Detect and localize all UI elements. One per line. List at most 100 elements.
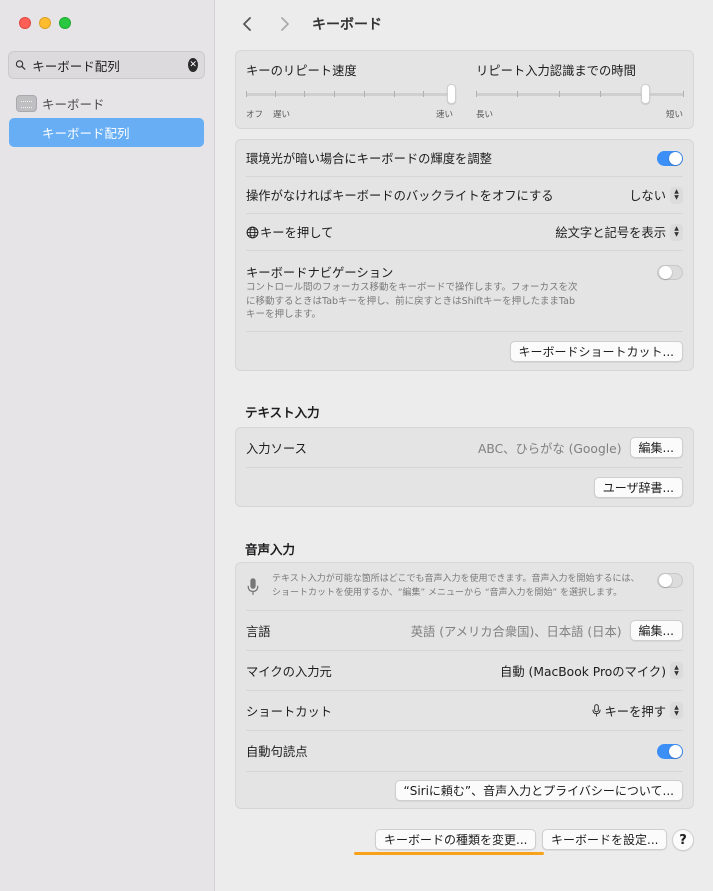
auto-punctuation-row: 自動句読点 — [246, 731, 683, 772]
language-edit-button[interactable]: 編集... — [629, 620, 683, 641]
keyboard-nav-desc-3: キーを押します。 — [246, 309, 322, 320]
input-sources-controls: ABC、ひらがな (Google) 編集... — [478, 437, 683, 458]
keyboard-nav-toggle[interactable] — [657, 265, 683, 280]
globe-icon — [246, 226, 259, 238]
ambient-light-label: 環境光が暗い場合にキーボードの輝度を調整 — [246, 152, 492, 166]
zoom-window-button[interactable] — [59, 17, 71, 29]
search-icon — [15, 60, 26, 70]
input-sources-row: 入力ソース ABC、ひらがな (Google) 編集... — [246, 428, 683, 468]
speed-fast-label: 速い — [436, 110, 454, 120]
forward-button[interactable] — [274, 13, 296, 35]
backlight-off-popup[interactable]: しない ▲ ▼ — [629, 186, 683, 204]
keyboard-settings-card: 環境光が暗い場合にキーボードの輝度を調整 操作がなければキーボードのバックライト… — [235, 139, 694, 371]
voice-input-row: テキスト入力が可能な箇所はどこでも音声入力を使用できます。音声入力を開始するには… — [246, 563, 683, 611]
stepper-icon: ▲ ▼ — [670, 662, 683, 679]
clear-search-icon[interactable]: ✕ — [188, 58, 198, 72]
globe-key-popup[interactable]: 絵文字と記号を表示 ▲ ▼ — [555, 223, 683, 241]
change-keyboard-type-button[interactable]: キーボードの種類を変更... — [375, 829, 537, 850]
delay-long-label: 長い — [476, 110, 494, 120]
delay-short-label: 短い — [666, 110, 684, 120]
repeat-delay-slider[interactable] — [476, 93, 684, 96]
voice-input-card: テキスト入力が可能な箇所はどこでも音声入力を使用できます。音声入力を開始するには… — [235, 562, 694, 809]
voice-input-desc-1: テキスト入力が可能な箇所はどこでも音声入力を使用できます。音声入力を開始するには… — [272, 574, 640, 584]
siri-privacy-row: “Siriに頼む”、音声入力とプライバシーについて... — [246, 772, 683, 808]
ambient-light-row: 環境光が暗い場合にキーボードの輝度を調整 — [246, 140, 683, 177]
globe-key-row: キーを押して 絵文字と記号を表示 ▲ ▼ — [246, 214, 683, 251]
change-keyboard-type-underline — [354, 852, 544, 855]
voice-input-section-title: 音声入力 — [245, 542, 296, 557]
language-row: 言語 英語 (アメリカ合衆国)、日本語 (日本) 編集... — [246, 611, 683, 651]
help-button[interactable]: ? — [672, 829, 694, 851]
user-dictionary-button[interactable]: ユーザ辞書... — [593, 477, 683, 498]
keyboard-nav-desc-1: コントロール間のフォーカス移動をキーボードで操作します。フォーカスを次 — [246, 282, 578, 293]
repeat-delay-thumb[interactable] — [641, 84, 651, 104]
input-sources-value: ABC、ひらがな (Google) — [477, 441, 622, 456]
backlight-off-value: しない — [629, 189, 666, 203]
minimize-window-button[interactable] — [39, 17, 51, 29]
user-dict-row: ユーザ辞書... — [246, 468, 683, 507]
voice-shortcut-value: キーを押す — [604, 704, 667, 719]
stepper-icon: ▲ ▼ — [670, 186, 683, 204]
toolbar: キーボード — [236, 12, 382, 36]
key-repeat-speed-thumb[interactable] — [447, 84, 456, 104]
keyboard-nav-desc-2: に移動するときはTabキーを押し、前に戻すときはShiftキーを押したままTab — [246, 295, 575, 307]
voice-input-info: テキスト入力が可能な箇所はどこでも音声入力を使用できます。音声入力を開始するには… — [246, 573, 640, 600]
sidebar: ✕ キーボード キーボード配列 — [0, 0, 215, 891]
siri-privacy-button[interactable]: “Siriに頼む”、音声入力とプライバシーについて... — [394, 779, 683, 801]
window-controls — [19, 17, 71, 29]
sidebar-item-keyboard-layout[interactable]: キーボード配列 — [9, 118, 204, 147]
shortcuts-row: キーボードショートカット... — [246, 332, 683, 370]
mic-source-popup[interactable]: 自動 (MacBook Proのマイク) ▲ ▼ — [500, 662, 683, 680]
voice-input-toggle[interactable] — [657, 573, 683, 588]
key-repeat-speed-title: キーのリピート速度 — [246, 64, 357, 78]
main-pane: キーボード キーのリピート速度 オフ 遅い 速い リピート入力認識までの時間 長… — [216, 0, 713, 891]
auto-punctuation-label: 自動句読点 — [246, 745, 308, 759]
stepper-icon: ▲ ▼ — [670, 223, 683, 241]
keyboard-nav-row: キーボードナビゲーション コントロール間のフォーカス移動をキーボードで操作します… — [246, 251, 683, 332]
mic-source-label: マイクの入力元 — [246, 664, 332, 679]
sidebar-item-keyboard[interactable]: キーボード — [16, 93, 105, 113]
repeat-delay-title: リピート入力認識までの時間 — [476, 64, 636, 78]
ambient-light-toggle[interactable] — [657, 150, 683, 166]
sidebar-item-label: キーボード配列 — [42, 126, 130, 141]
speed-off-label: オフ — [246, 110, 264, 120]
sidebar-item-label: キーボード — [42, 96, 105, 112]
globe-key-label-group: キーを押して — [246, 223, 333, 241]
voice-shortcut-row: ショートカット キーを押す ▲ ▼ — [246, 691, 683, 731]
keyboard-nav-text: キーボードナビゲーション コントロール間のフォーカス移動をキーボードで操作します… — [246, 263, 578, 322]
keyboard-icon — [16, 94, 37, 112]
back-button[interactable] — [236, 13, 258, 35]
microphone-icon — [247, 577, 259, 595]
text-input-section-title: テキスト入力 — [245, 405, 320, 420]
input-sources-edit-button[interactable]: 編集... — [629, 437, 683, 458]
chevron-left-icon — [243, 17, 251, 31]
speed-slow-label: 遅い — [273, 110, 291, 120]
repeat-card: キーのリピート速度 オフ 遅い 速い リピート入力認識までの時間 長い 短い — [235, 50, 694, 129]
mic-source-row: マイクの入力元 自動 (MacBook Proのマイク) ▲ ▼ — [246, 651, 683, 691]
language-controls: 英語 (アメリカ合衆国)、日本語 (日本) 編集... — [411, 620, 683, 641]
stepper-icon: ▲ ▼ — [670, 702, 683, 719]
microphone-icon — [591, 704, 601, 717]
close-window-button[interactable] — [19, 17, 31, 29]
search-input[interactable] — [32, 57, 189, 73]
text-input-card: 入力ソース ABC、ひらがな (Google) 編集... ユーザ辞書... — [235, 427, 694, 507]
language-label: 言語 — [246, 624, 271, 639]
voice-shortcut-popup[interactable]: キーを押す ▲ ▼ — [591, 702, 683, 720]
keyboard-setup-button[interactable]: キーボードを設定... — [542, 829, 668, 850]
globe-key-label: キーを押して — [260, 226, 334, 240]
language-value: 英語 (アメリカ合衆国)、日本語 (日本) — [410, 624, 622, 639]
key-repeat-speed-slider[interactable] — [246, 93, 453, 96]
globe-key-value: 絵文字と記号を表示 — [555, 226, 666, 240]
keyboard-shortcuts-button[interactable]: キーボードショートカット... — [509, 340, 683, 362]
voice-shortcut-label: ショートカット — [246, 704, 333, 719]
backlight-off-label: 操作がなければキーボードのバックライトをオフにする — [246, 189, 554, 203]
mic-source-value: 自動 (MacBook Proのマイク) — [500, 664, 666, 679]
input-sources-label: 入力ソース — [246, 441, 307, 456]
auto-punctuation-toggle[interactable] — [657, 743, 683, 759]
keyboard-nav-label: キーボードナビゲーション — [246, 266, 394, 280]
chevron-right-icon — [281, 17, 289, 31]
voice-input-desc-2: ショートカットを使用するか、“編集” メニューから “音声入力を開始” を選択し… — [272, 587, 623, 598]
search-field[interactable]: ✕ — [8, 51, 205, 79]
page-title: キーボード — [312, 17, 382, 33]
backlight-off-row: 操作がなければキーボードのバックライトをオフにする しない ▲ ▼ — [246, 177, 683, 214]
